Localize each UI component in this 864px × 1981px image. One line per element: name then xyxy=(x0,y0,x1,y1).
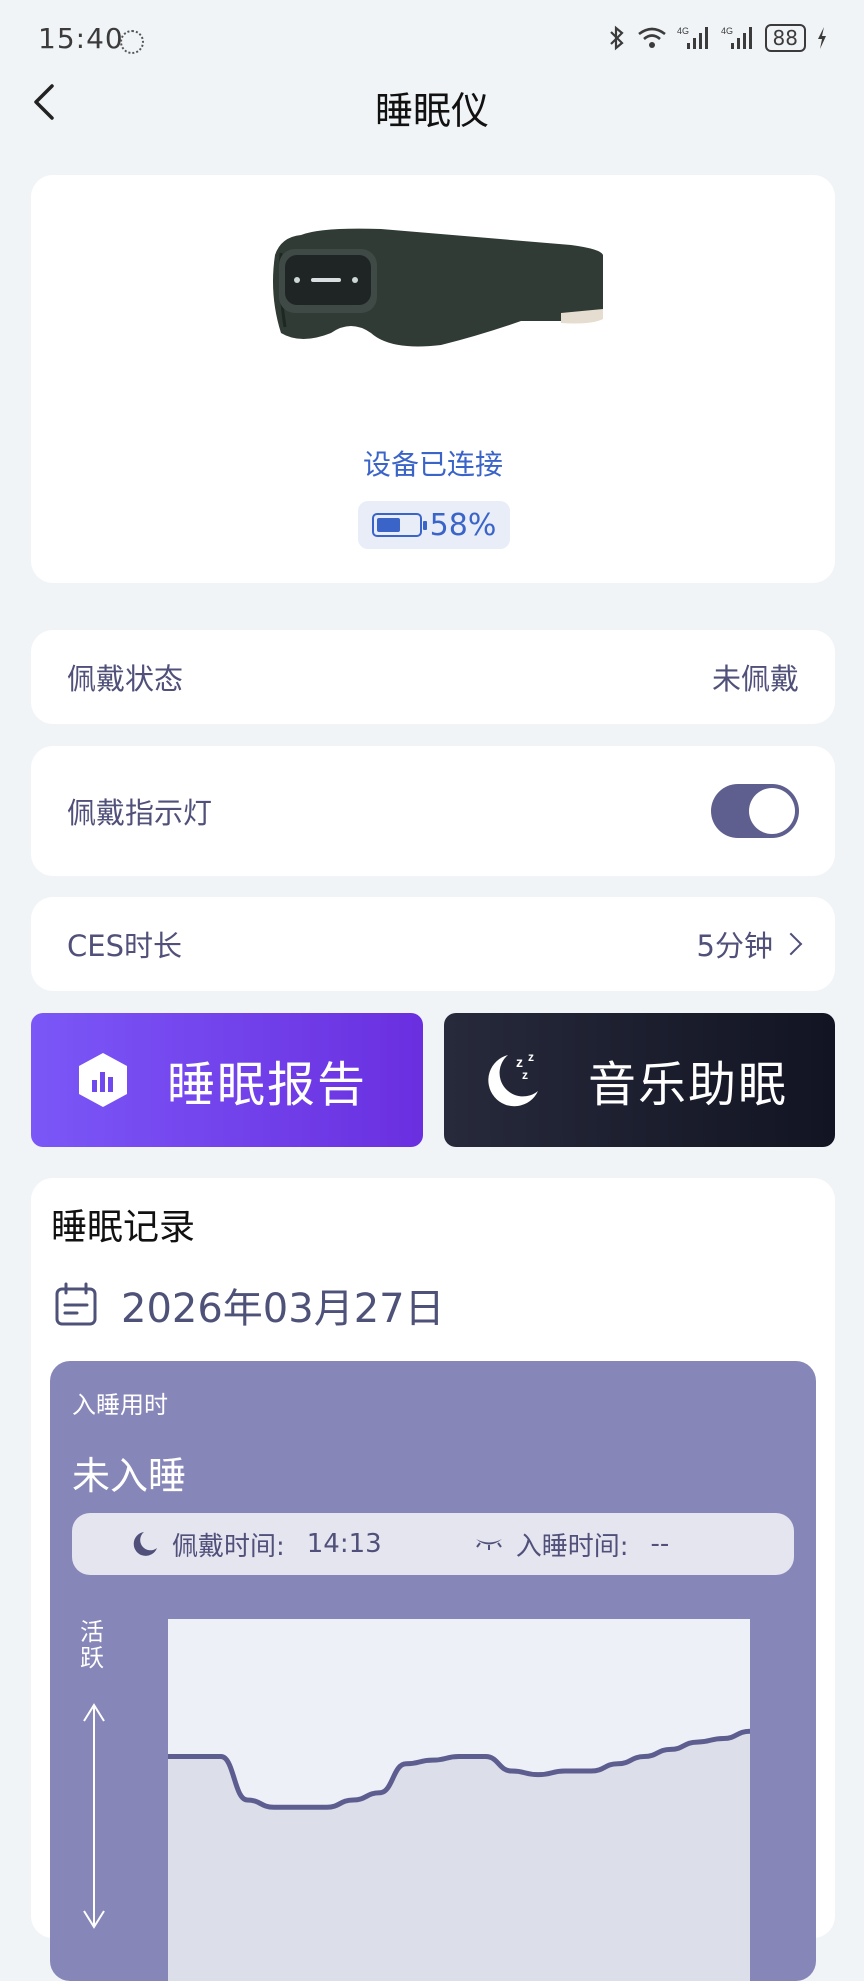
report-chart-icon xyxy=(79,1053,127,1107)
sleep-latency-label: 入睡用时 xyxy=(72,1391,168,1419)
connection-status: 设备已连接 xyxy=(362,448,503,481)
page-title: 睡眠仪 xyxy=(374,89,489,133)
sleep-time-label: 入睡时间: xyxy=(515,1531,629,1562)
sleep-time-value: -- xyxy=(650,1529,670,1559)
svg-text:z: z xyxy=(522,1068,528,1082)
date-selector[interactable]: 2026年03月27日 xyxy=(53,1276,445,1334)
y-axis-label: 活跃 xyxy=(80,1618,104,1672)
ces-duration-row[interactable]: CES时长 5分钟 xyxy=(31,897,835,991)
ces-duration-value: 5分钟 xyxy=(696,929,773,963)
sleep-latency-value: 未入睡 xyxy=(72,1454,187,1498)
wear-time-label: 佩戴时间: xyxy=(172,1531,285,1562)
svg-text:4G: 4G xyxy=(677,26,689,36)
wifi-icon xyxy=(637,27,666,48)
time-info-pill: 佩戴时间: 14:13 入睡时间: -- xyxy=(72,1513,794,1575)
toggle-knob xyxy=(749,788,795,834)
sleep-mask-image xyxy=(273,228,603,347)
wear-time-group: 佩戴时间: 14:13 xyxy=(130,1526,382,1563)
signal-4g-icon: 4G xyxy=(721,26,752,49)
battery-percent: 58% xyxy=(429,507,497,543)
music-sleep-label: 音乐助眠 xyxy=(588,1057,789,1113)
ces-duration-label: CES时长 xyxy=(67,929,182,963)
charging-icon xyxy=(818,27,826,49)
bluetooth-icon xyxy=(609,25,624,51)
calendar-icon xyxy=(55,1282,97,1326)
record-title: 睡眠记录 xyxy=(51,1207,196,1248)
wear-light-toggle[interactable] xyxy=(711,784,799,838)
svg-text:z: z xyxy=(528,1050,534,1064)
wear-time-value: 14:13 xyxy=(306,1529,382,1559)
wear-light-row: 佩戴指示灯 xyxy=(31,746,835,876)
status-icons: 4G 4G 88 xyxy=(607,24,828,52)
wear-status-value: 未佩戴 xyxy=(711,662,799,696)
activity-chart xyxy=(168,1619,750,1981)
device-card: 设备已连接 58% xyxy=(31,175,835,583)
moon-icon xyxy=(133,1532,157,1556)
battery-fill xyxy=(376,518,400,532)
sleep-summary-panel: 入睡用时 未入睡 佩戴时间: 14:13 入睡时间: -- 活跃 xyxy=(50,1361,816,1981)
battery-badge: 58% xyxy=(358,501,510,549)
wear-status-row: 佩戴状态 未佩戴 xyxy=(31,630,835,724)
loading-icon xyxy=(120,30,144,54)
closed-eye-icon xyxy=(475,1539,502,1550)
sleep-report-label: 睡眠报告 xyxy=(167,1057,368,1113)
signal-4g-icon: 4G xyxy=(677,26,708,49)
sleep-record-card: 睡眠记录 2026年03月27日 入睡用时 未入睡 佩戴时间: 14:13 入睡… xyxy=(31,1178,835,1981)
chevron-right-icon xyxy=(779,932,803,956)
record-date: 2026年03月27日 xyxy=(121,1286,445,1332)
y-axis-arrow xyxy=(83,1703,105,1929)
music-sleep-button[interactable]: z z z 音乐助眠 xyxy=(444,1013,835,1147)
battery-level-icon xyxy=(371,513,427,537)
svg-text:4G: 4G xyxy=(721,26,733,36)
status-time: 15:40 xyxy=(38,22,124,55)
wear-status-label: 佩戴状态 xyxy=(67,662,184,696)
wear-light-label: 佩戴指示灯 xyxy=(67,796,213,830)
battery-icon: 88 xyxy=(764,24,806,52)
sleep-time-group: 入睡时间: -- xyxy=(474,1526,670,1563)
sleep-report-button[interactable]: 睡眠报告 xyxy=(31,1013,423,1147)
moon-zzz-icon: z z z xyxy=(488,1050,538,1107)
